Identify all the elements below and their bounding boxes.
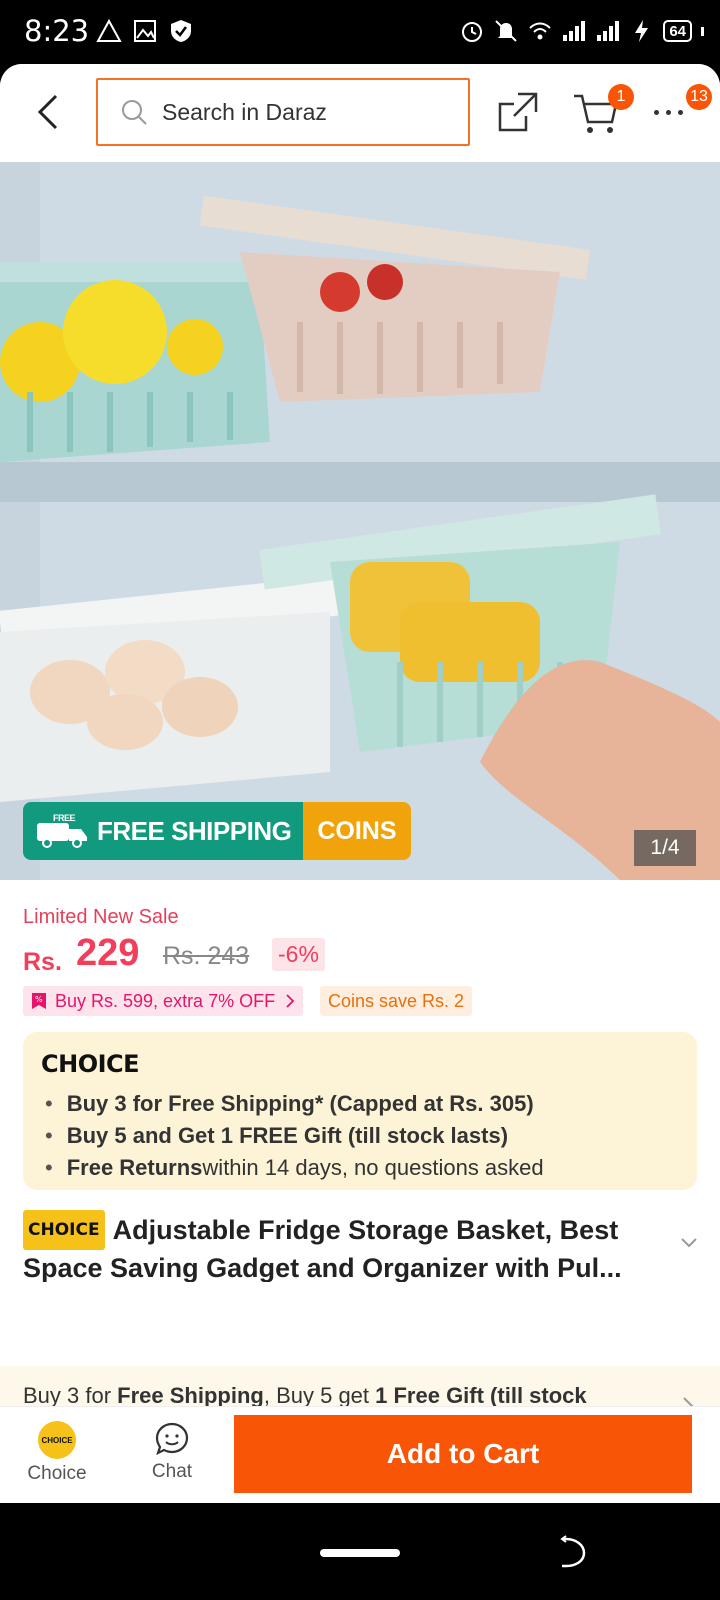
back-gesture-icon[interactable] <box>558 1535 588 1569</box>
bundle-text-3: , Buy 5 get <box>263 1383 376 1408</box>
product-title-text: Adjustable Fridge Storage Basket, Best S… <box>23 1215 622 1282</box>
product-page: Search in Daraz 1 13 FREE FREE SHIPPING … <box>0 64 720 1503</box>
truck-icon: FREE <box>37 813 87 848</box>
share-icon[interactable] <box>496 90 540 134</box>
more-dot-icon <box>666 109 671 115</box>
notification-count-badge: 13 <box>686 84 712 110</box>
signal-icon-2 <box>597 21 620 41</box>
list-item: • Buy 5 and Get 1 FREE Gift (till stock l… <box>45 1120 685 1152</box>
free-shipping-label: FREE FREE SHIPPING <box>23 802 304 860</box>
search-input[interactable]: Search in Daraz <box>96 78 470 146</box>
battery-tip <box>701 26 704 36</box>
chat-icon <box>155 1422 189 1456</box>
buy-more-promo[interactable]: % Buy Rs. 599, extra 7% OFF <box>23 986 304 1016</box>
choice-logo: CHOICE <box>41 1050 140 1078</box>
choice-icon: CHOICE <box>38 1421 76 1459</box>
free-shipping-banner: FREE FREE SHIPPING COINS <box>23 802 411 860</box>
status-left-icons <box>96 18 194 44</box>
choice-nav-button[interactable]: CHOICE Choice <box>20 1421 94 1485</box>
bullet-icon: • <box>45 1155 53 1180</box>
product-title-row[interactable]: CHOICE Adjustable Fridge Storage Basket, … <box>23 1210 703 1282</box>
benefit-rest: within 14 days, no questions asked <box>202 1155 544 1180</box>
product-image <box>0 162 720 880</box>
wifi-icon <box>529 22 552 40</box>
signal-icon <box>563 21 586 41</box>
benefit-bold: Buy 5 and Get 1 FREE Gift (till stock la… <box>66 1123 509 1148</box>
product-title: CHOICE Adjustable Fridge Storage Basket, … <box>23 1210 673 1282</box>
status-bar: 8:23 64 <box>0 0 720 64</box>
svg-text:%: % <box>35 995 43 1004</box>
choice-benefits-box[interactable]: CHOICE • Buy 3 for Free Shipping* (Capped… <box>23 1032 697 1190</box>
alarm-icon <box>462 22 483 42</box>
home-gesture-pill[interactable] <box>320 1549 400 1557</box>
price-currency: Rs. <box>23 948 62 976</box>
bullet-icon: • <box>45 1091 53 1116</box>
benefit-bold: Buy 3 for Free Shipping* (Capped at Rs. … <box>66 1091 534 1116</box>
bundle-text-2: Free Shipping <box>117 1383 264 1408</box>
mute-icon <box>495 20 518 42</box>
battery-level: 64 <box>669 22 686 40</box>
search-placeholder: Search in Daraz <box>162 98 327 125</box>
more-dot-icon <box>678 109 683 115</box>
bundle-text-1: Buy 3 for <box>23 1383 118 1408</box>
system-navigation-bar <box>0 1503 720 1600</box>
chevron-right-icon <box>286 994 295 1008</box>
sale-label: Limited New Sale <box>23 906 179 928</box>
truck-free-text: FREE <box>53 813 76 823</box>
free-shipping-text: FREE SHIPPING <box>97 815 292 846</box>
coins-save-tag[interactable]: Coins save Rs. 2 <box>320 986 473 1016</box>
battery-indicator: 64 <box>663 20 692 42</box>
chat-nav-label: Chat <box>151 1461 193 1482</box>
benefit-bold: Free Returns <box>66 1155 203 1180</box>
cart-count-badge: 1 <box>608 84 634 110</box>
add-to-cart-button[interactable]: Add to Cart <box>234 1415 692 1493</box>
voucher-icon: % <box>32 993 46 1009</box>
gallery-icon <box>134 20 156 42</box>
buy-more-promo-text: Buy Rs. 599, extra 7% OFF <box>55 990 276 1011</box>
charging-icon <box>635 20 649 42</box>
bullet-icon: • <box>45 1123 53 1148</box>
product-image-gallery[interactable]: FREE FREE SHIPPING COINS 1/4 <box>0 162 720 880</box>
discount-badge: -6% <box>272 938 325 971</box>
list-item: • Buy 3 for Free Shipping* (Capped at Rs.… <box>45 1088 685 1120</box>
warning-icon <box>96 18 122 42</box>
bottom-action-bar: CHOICE Choice Chat Add to Cart <box>0 1406 720 1503</box>
back-arrow-icon[interactable] <box>30 90 66 134</box>
choice-badge: CHOICE <box>23 1210 105 1250</box>
chat-nav-button[interactable]: Chat <box>140 1421 204 1483</box>
shield-icon <box>171 20 191 42</box>
status-time: 8:23 <box>24 14 90 48</box>
list-item: • Free Returns within 14 days, no questio… <box>45 1152 685 1184</box>
more-dot-icon <box>654 109 659 115</box>
choice-benefits-list: • Buy 3 for Free Shipping* (Capped at Rs.… <box>45 1088 685 1184</box>
choice-nav-label: Choice <box>27 1463 87 1484</box>
image-page-indicator: 1/4 <box>634 830 696 866</box>
coins-label: COINS <box>303 802 411 860</box>
chevron-down-icon[interactable] <box>679 1236 699 1250</box>
original-price: Rs. 243 <box>163 942 250 970</box>
search-icon <box>122 100 147 125</box>
header: Search in Daraz 1 13 <box>0 64 720 162</box>
status-right-icons: 64 <box>459 18 704 44</box>
current-price: 229 <box>76 932 140 974</box>
